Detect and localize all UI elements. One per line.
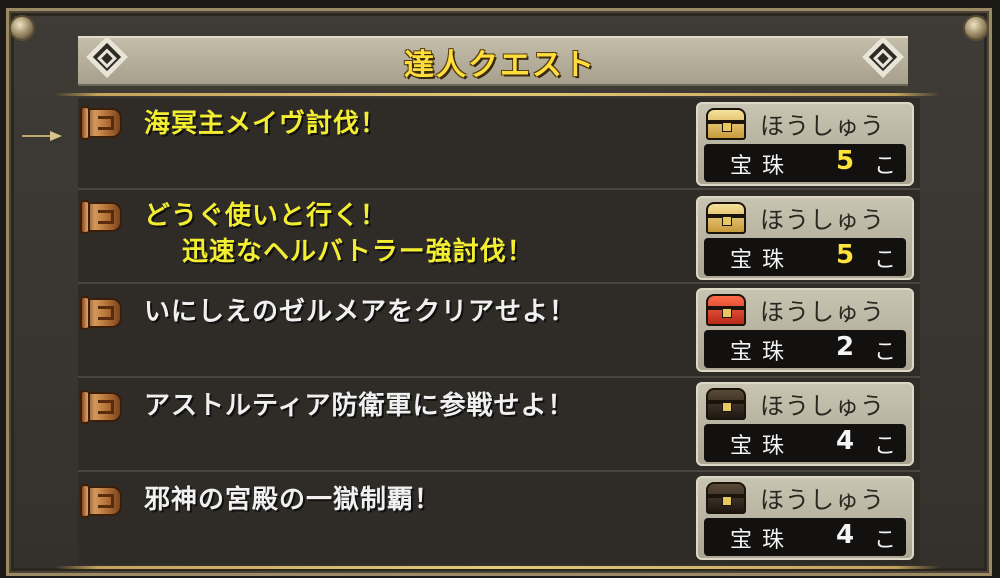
quest-title-line: 迅速なヘルバトラー強討伐！ [182,237,534,267]
reward-label: ほうしゅう [760,486,885,514]
reward-label: ほうしゅう [760,112,885,140]
reward-unit: こ [874,528,897,553]
black-chest-icon [706,482,746,514]
reward-unit: こ [874,154,897,179]
black-chest-icon [706,388,746,420]
reward-panel: ほうしゅう 宝珠 2 こ [696,288,914,372]
divider [54,93,940,96]
quest-title-line: いにしえのゼルメアをクリアせよ！ [144,297,577,327]
divider [54,566,940,569]
reward-label: ほうしゅう [760,392,885,420]
quest-scroll-icon [80,390,122,424]
reward-item: 宝珠 [730,340,795,365]
quest-row[interactable]: いにしえのゼルメアをクリアせよ！ ほうしゅう 宝珠 2 こ [78,284,920,378]
quest-row[interactable]: どうぐ使いと行く！ 迅速なヘルバトラー強討伐！ ほうしゅう 宝珠 5 こ [78,190,920,284]
reward-quantity: 2 [836,332,855,362]
reward-panel: ほうしゅう 宝珠 4 こ [696,476,914,560]
reward-quantity: 5 [836,240,855,270]
reward-panel: ほうしゅう 宝珠 4 こ [696,382,914,466]
selection-cursor-icon [22,131,64,141]
reward-detail: 宝珠 5 こ [704,144,906,182]
quest-title-line: アストルティア防衛軍に参戦せよ！ [144,391,575,421]
quest-title-line: 邪神の宮殿の一獄制覇！ [144,485,442,515]
reward-detail: 宝珠 2 こ [704,330,906,368]
reward-unit: こ [874,434,897,459]
quest-title-line: どうぐ使いと行く！ [144,201,388,231]
quest-row[interactable]: アストルティア防衛軍に参戦せよ！ ほうしゅう 宝珠 4 こ [78,378,920,472]
corner-ornament-icon [9,15,35,41]
quest-scroll-icon [80,296,122,330]
reward-item: 宝珠 [730,154,795,179]
reward-quantity: 5 [836,146,855,176]
reward-label: ほうしゅう [760,298,885,326]
quest-scroll-icon [80,200,122,234]
reward-detail: 宝珠 4 こ [704,518,906,556]
gold-chest-icon [706,202,746,234]
quest-title: 邪神の宮殿の一獄制覇！ [144,482,441,518]
reward-panel: ほうしゅう 宝珠 5 こ [696,102,914,186]
quest-title: 海冥主メイヴ討伐！ [144,106,387,142]
reward-detail: 宝珠 5 こ [704,238,906,276]
quest-row[interactable]: 邪神の宮殿の一獄制覇！ ほうしゅう 宝珠 4 こ [78,472,920,564]
quest-title: アストルティア防衛軍に参戦せよ！ [144,388,574,424]
reward-detail: 宝珠 4 こ [704,424,906,462]
reward-panel: ほうしゅう 宝珠 5 こ [696,196,914,280]
red-chest-icon [706,294,746,326]
corner-ornament-icon [963,15,989,41]
reward-label: ほうしゅう [760,206,885,234]
gold-chest-icon [706,108,746,140]
quest-row[interactable]: 海冥主メイヴ討伐！ ほうしゅう 宝珠 5 こ [78,98,920,190]
reward-unit: こ [874,248,897,273]
quest-title: いにしえのゼルメアをクリアせよ！ [144,294,576,330]
window-title: 達人クエスト [404,48,596,83]
reward-item: 宝珠 [730,434,795,459]
reward-unit: こ [874,340,897,365]
reward-item: 宝珠 [730,528,795,553]
quest-scroll-icon [80,106,122,140]
quest-title-line: 海冥主メイヴ討伐！ [144,109,388,139]
reward-item: 宝珠 [730,248,795,273]
quest-scroll-icon [80,484,122,518]
reward-quantity: 4 [836,520,855,550]
quest-title: どうぐ使いと行く！ 迅速なヘルバトラー強討伐！ [144,198,534,270]
reward-quantity: 4 [836,426,855,456]
quest-list: 海冥主メイヴ討伐！ ほうしゅう 宝珠 5 こ どうぐ使いと行く！ 迅速なヘルバト… [78,98,920,564]
